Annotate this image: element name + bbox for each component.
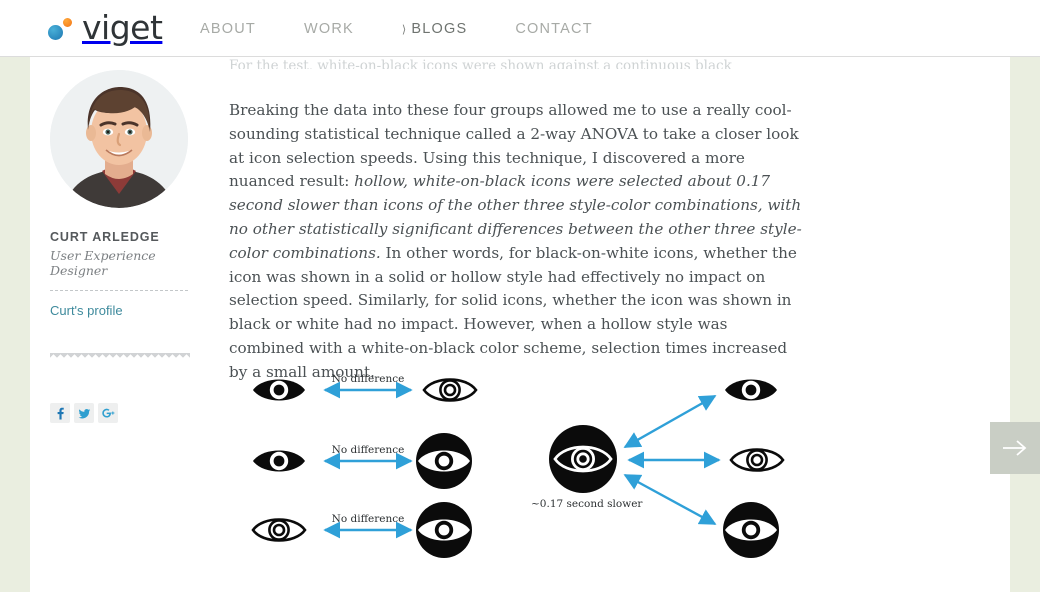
diagram-row-1-right-icon bbox=[422, 378, 478, 402]
diagram-row-3-label: No difference bbox=[332, 513, 405, 525]
nav-item-work[interactable]: WORK bbox=[304, 21, 354, 37]
article-paragraph: Breaking the data into these four groups… bbox=[229, 99, 805, 385]
author-sidebar: CURT ARLEDGE User Experience Designer Cu… bbox=[50, 70, 200, 423]
site-header: viget ABOUT WORK ⟩ BLOGS CONTACT bbox=[0, 0, 1040, 57]
google-plus-icon[interactable] bbox=[98, 403, 118, 423]
diagram-row-3-left-icon bbox=[251, 518, 307, 542]
previous-paragraph-clipped: For the test, white-on-black icons were … bbox=[229, 58, 732, 69]
diagram-row-2-right-icon bbox=[416, 433, 472, 489]
author-profile-link[interactable]: Curt's profile bbox=[50, 303, 123, 318]
diagram-row-3-right-icon bbox=[416, 502, 472, 558]
diagram-target-icon-3 bbox=[723, 502, 779, 558]
diagram-center-icon-hollow-white-on-black bbox=[547, 423, 619, 495]
diagram-svg: No difference No difference No differenc… bbox=[251, 373, 785, 558]
nav-label-contact: CONTACT bbox=[515, 20, 593, 37]
logo-orange-dot-icon bbox=[63, 17, 72, 27]
nav-item-contact[interactable]: CONTACT bbox=[515, 21, 592, 37]
arrow-right-icon bbox=[1003, 440, 1027, 456]
diagram-row-2-left-icon bbox=[253, 450, 305, 472]
diagram-target-icon-2 bbox=[729, 448, 785, 472]
next-page-button[interactable] bbox=[990, 422, 1040, 474]
nav-label-blogs: BLOGS bbox=[411, 20, 468, 37]
main-nav: ABOUT WORK ⟩ BLOGS CONTACT bbox=[200, 0, 641, 57]
nav-label-about: ABOUT bbox=[200, 20, 256, 37]
social-share-bar bbox=[50, 403, 118, 423]
diagram-target-icon-1 bbox=[725, 379, 777, 401]
author-name: CURT ARLEDGE bbox=[50, 230, 160, 244]
article-body: For the test, white-on-black icons were … bbox=[229, 58, 805, 385]
logo-dots bbox=[48, 13, 78, 43]
facebook-icon[interactable] bbox=[50, 403, 70, 423]
diagram-row-1-left-icon bbox=[253, 379, 305, 401]
page-root: viget ABOUT WORK ⟩ BLOGS CONTACT CURT AR… bbox=[0, 0, 1040, 592]
diagram-slower-label: ~0.17 second slower bbox=[531, 498, 643, 510]
nav-item-blogs[interactable]: ⟩ BLOGS bbox=[402, 21, 467, 37]
sidebar-divider bbox=[50, 290, 188, 291]
site-logo[interactable]: viget bbox=[48, 8, 163, 47]
nav-item-about[interactable]: ABOUT bbox=[200, 21, 256, 37]
diagram-row-2-label: No difference bbox=[332, 444, 405, 456]
twitter-icon[interactable] bbox=[74, 403, 94, 423]
chevron-right-icon: ⟩ bbox=[401, 23, 408, 36]
diagram-row-1-label: No difference bbox=[332, 373, 405, 385]
results-diagram: No difference No difference No differenc… bbox=[229, 352, 809, 567]
author-role: User Experience Designer bbox=[50, 248, 156, 278]
avatar bbox=[50, 70, 188, 208]
logo-blue-dot-icon bbox=[48, 24, 63, 40]
diagram-branch-arrow-1 bbox=[623, 394, 717, 449]
logo-wordmark: viget bbox=[82, 8, 163, 47]
zigzag-divider bbox=[50, 353, 190, 366]
nav-label-work: WORK bbox=[303, 20, 354, 37]
